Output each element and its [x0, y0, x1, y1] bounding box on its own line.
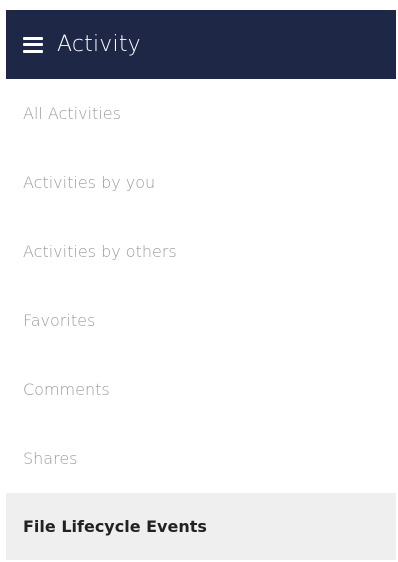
activity-panel: Activity All Activities Activities by yo…	[6, 10, 396, 562]
activity-filter-menu: All Activities Activities by you Activit…	[6, 79, 396, 560]
page-title: Activity	[57, 32, 141, 57]
menu-item-comments[interactable]: Comments	[6, 355, 396, 424]
hamburger-line	[23, 49, 43, 53]
activity-header: Activity	[6, 10, 396, 79]
menu-item-all-activities[interactable]: All Activities	[6, 79, 396, 148]
menu-item-activities-by-you[interactable]: Activities by you	[6, 148, 396, 217]
hamburger-line	[23, 36, 43, 40]
menu-item-shares[interactable]: Shares	[6, 424, 396, 493]
hamburger-line	[23, 43, 43, 46]
menu-item-file-lifecycle-events[interactable]: File Lifecycle Events	[6, 493, 396, 560]
menu-item-activities-by-others[interactable]: Activities by others	[6, 217, 396, 286]
hamburger-menu-icon[interactable]	[23, 36, 43, 53]
menu-item-favorites[interactable]: Favorites	[6, 286, 396, 355]
